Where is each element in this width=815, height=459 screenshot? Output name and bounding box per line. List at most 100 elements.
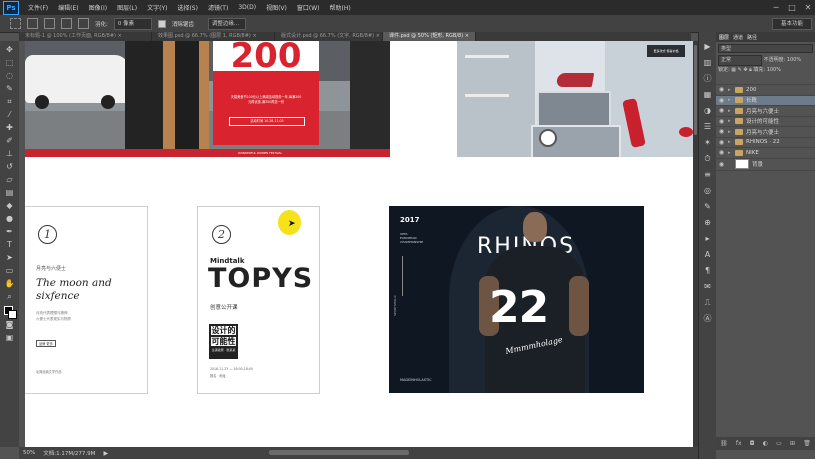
hand-tool-icon[interactable]: ✋ [4, 279, 15, 289]
new-group-icon[interactable]: ▭ [776, 440, 782, 447]
quick-select-tool-icon[interactable]: ✎ [4, 84, 15, 94]
visibility-eye-icon[interactable]: ◉ [718, 86, 725, 93]
info-icon[interactable]: ⓘ [702, 74, 713, 84]
visibility-eye-icon[interactable]: ◉ [718, 161, 725, 168]
history-icon[interactable]: ⏱ [702, 154, 713, 164]
stamp-tool-icon[interactable]: ⊥ [4, 149, 15, 159]
notes-icon[interactable]: ✉ [702, 282, 713, 292]
screen-mode-icon[interactable]: ▣ [4, 333, 15, 343]
pen-tool-icon[interactable]: ✒ [4, 227, 15, 237]
play-icon[interactable]: ▶ [702, 42, 713, 52]
menu-filter[interactable]: 滤镜(T) [203, 3, 233, 12]
expand-arrow-icon[interactable]: ▸ [728, 139, 732, 145]
adjustment-layer-icon[interactable]: ◐ [763, 440, 768, 447]
tab-doc-3[interactable]: 版式设计.psd @ 66.7% (文字, RGB/8#) × [275, 32, 383, 41]
styles-icon[interactable]: ✶ [702, 138, 713, 148]
lock-icons[interactable]: ▦ ✎ ✥ 🔒︎ [731, 67, 752, 73]
menu-layer[interactable]: 图层(L) [112, 3, 142, 12]
refine-edge-button[interactable]: 调整边缘... [207, 17, 246, 30]
expand-arrow-icon[interactable]: ▸ [728, 87, 732, 93]
intersect-selection-icon[interactable] [78, 18, 89, 29]
clone-source-icon[interactable]: ⊕ [702, 218, 713, 228]
glyphs-icon[interactable]: Ⓐ [702, 314, 713, 324]
maximize-button[interactable]: □ [785, 2, 799, 14]
tab-layers[interactable]: 图层 [719, 34, 729, 41]
new-layer-icon[interactable]: ⊞ [790, 440, 795, 447]
zoom-tool-icon[interactable]: ⌕ [4, 292, 15, 302]
artboard[interactable]: 200 天猫美食节100元以上满减活动提前一年,每满200 元再优惠,满300再… [25, 41, 693, 447]
tab-doc-1[interactable]: 未标题-1 @ 100% (工作页面, RGB/8#) × [19, 32, 152, 41]
new-selection-icon[interactable] [27, 18, 38, 29]
healing-tool-icon[interactable]: ✚ [4, 123, 15, 133]
adjustments-icon[interactable]: ☰ [702, 122, 713, 132]
paragraph-icon[interactable]: ¶ [702, 266, 713, 276]
feather-input[interactable]: 0 像素 [113, 17, 152, 30]
workspace-select[interactable]: 基本功能 [772, 18, 812, 30]
background-color-swatch[interactable] [8, 310, 17, 319]
menu-type[interactable]: 文字(Y) [142, 3, 172, 12]
visibility-eye-icon[interactable]: ◉ [718, 118, 725, 125]
gradient-tool-icon[interactable]: ▤ [4, 188, 15, 198]
blend-mode-select[interactable]: 正常 [718, 55, 762, 66]
menu-help[interactable]: 帮助(H) [325, 3, 356, 12]
color-icon[interactable]: ◑ [702, 106, 713, 116]
menu-select[interactable]: 选择(S) [172, 3, 203, 12]
layer-row[interactable]: ◉ ▸ RHINOS · 22 [716, 136, 815, 148]
menu-file[interactable]: 文件(F) [23, 3, 53, 12]
expand-arrow-icon[interactable]: ▸ [728, 118, 732, 124]
fill-value[interactable]: 100% [767, 67, 781, 73]
brush-tool-icon[interactable]: ✐ [4, 136, 15, 146]
brush-panel-icon[interactable]: ✎ [702, 202, 713, 212]
visibility-eye-icon[interactable]: ◉ [718, 139, 725, 146]
timeline-icon[interactable]: ⎍ [702, 298, 713, 308]
visibility-eye-icon[interactable]: ◉ [718, 149, 725, 156]
marquee-tool-icon[interactable]: ⬚ [4, 58, 15, 68]
minimize-button[interactable]: ─ [769, 2, 783, 14]
visibility-eye-icon[interactable]: ◉ [718, 97, 725, 104]
layer-row[interactable]: ◉ ▸ 月亮与六便士 [716, 126, 815, 137]
opacity-value[interactable]: 100% [787, 57, 801, 63]
move-tool-icon[interactable]: ✥ [4, 45, 15, 55]
menu-view[interactable]: 视图(V) [261, 3, 292, 12]
character-icon[interactable]: A [702, 250, 713, 260]
menu-image[interactable]: 图像(I) [84, 3, 112, 12]
tab-channels[interactable]: 通道 [733, 34, 743, 41]
visibility-eye-icon[interactable]: ◉ [718, 107, 725, 114]
path-select-tool-icon[interactable]: ➤ [4, 253, 15, 263]
tab-doc-active[interactable]: 课件.psd @ 50% (矩形, RGB/8) × [383, 32, 476, 41]
subtract-selection-icon[interactable] [61, 18, 72, 29]
lasso-tool-icon[interactable]: ◌ [4, 71, 15, 81]
canvas-area[interactable]: 200 天猫美食节100元以上满减活动提前一年,每满200 元再优惠,满300再… [19, 41, 693, 447]
menu-window[interactable]: 窗口(W) [292, 3, 325, 12]
link-layers-icon[interactable]: ⛓ [720, 440, 728, 447]
dodge-tool-icon[interactable]: ● [4, 214, 15, 224]
expand-arrow-icon[interactable]: ▸ [728, 150, 732, 156]
history-brush-tool-icon[interactable]: ↺ [4, 162, 15, 172]
eyedropper-tool-icon[interactable]: ⁄ [4, 110, 15, 120]
layer-row[interactable]: ◉ ▸ 设计的可能性 [716, 115, 815, 127]
swatches-icon[interactable]: ▦ [702, 90, 713, 100]
layer-row[interactable]: ◉ ▸ NIKE [716, 147, 815, 158]
type-tool-icon[interactable]: T [4, 240, 15, 250]
histogram-icon[interactable]: ▥ [702, 58, 713, 68]
zoom-level[interactable]: 50% [23, 450, 35, 456]
crop-tool-icon[interactable]: ⌗ [4, 97, 15, 107]
shape-tool-icon[interactable]: ▭ [4, 266, 15, 276]
properties-icon[interactable]: ≡ [702, 170, 713, 180]
layer-row[interactable]: ◉ ▸ 月亮与六便士 [716, 105, 815, 116]
layer-row-background[interactable]: ◉ 背景 [716, 157, 815, 171]
add-mask-icon[interactable]: ◘ [750, 440, 755, 447]
expand-arrow-icon[interactable]: ▸ [728, 108, 732, 114]
layer-filter-select[interactable]: 类型 [718, 44, 813, 53]
tab-doc-2[interactable]: 效果图.psd @ 66.7% (图层 1, RGB/8#) × [152, 32, 275, 41]
layer-style-icon[interactable]: fx [736, 440, 742, 447]
eraser-tool-icon[interactable]: ▱ [4, 175, 15, 185]
menu-3d[interactable]: 3D(D) [233, 4, 261, 11]
delete-layer-icon[interactable]: 🗑︎ [803, 440, 811, 447]
expand-arrow-icon[interactable]: ▸ [728, 97, 732, 103]
layer-row[interactable]: ◉ ▸ 200 [716, 84, 815, 95]
visibility-eye-icon[interactable]: ◉ [718, 128, 725, 135]
actions-icon[interactable]: ▸ [702, 234, 713, 244]
tab-paths[interactable]: 路径 [747, 34, 757, 41]
quick-mask-icon[interactable]: ◙ [4, 320, 15, 330]
